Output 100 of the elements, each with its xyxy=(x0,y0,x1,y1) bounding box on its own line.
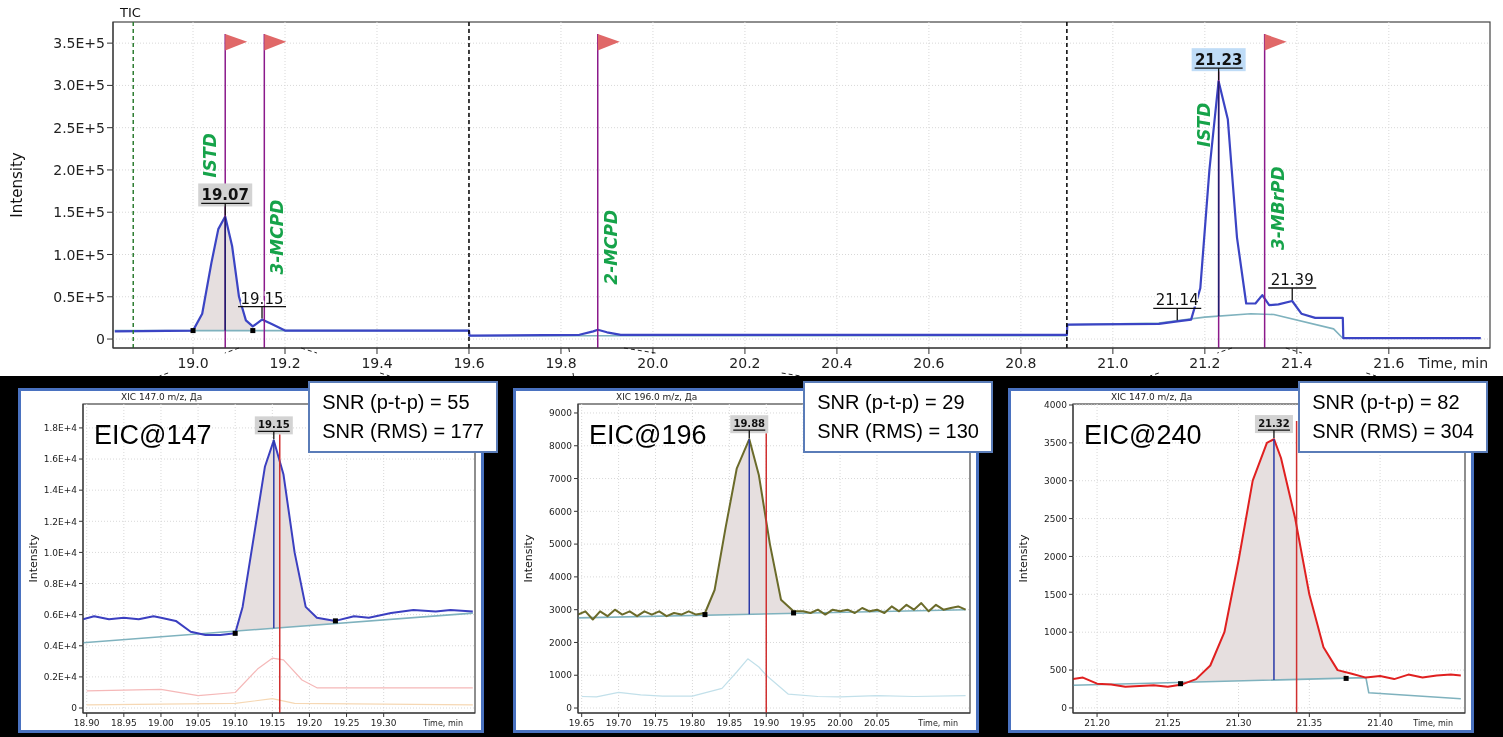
tick-label: 1.8E+4 xyxy=(43,423,77,434)
compound-label: 3-MCPD xyxy=(267,199,288,275)
tick-label: 5000 xyxy=(549,539,572,550)
axis-title: Time, min xyxy=(423,719,463,728)
tick-label: 500 xyxy=(1049,665,1067,676)
tick-label: 0.4E+4 xyxy=(43,641,77,651)
tick-label: 20.0 xyxy=(637,355,669,371)
tick-label: 21.6 xyxy=(1373,355,1405,371)
tick-label: 21.4 xyxy=(1281,355,1313,371)
tick-label: 1000 xyxy=(1044,627,1067,638)
tick-label: 0.5E+5 xyxy=(53,288,105,305)
tick-label: 19.20 xyxy=(296,718,323,728)
tick-label: 0 xyxy=(96,331,105,348)
snr-value: SNR (p-t-p) = 55 xyxy=(322,390,471,415)
tick-label: 2.5E+5 xyxy=(53,119,105,136)
tick-label: 21.35 xyxy=(1296,718,1323,728)
tick-label: 1500 xyxy=(1044,589,1067,600)
tick-label: 1.0E+4 xyxy=(43,547,77,558)
tick-label: 19.95 xyxy=(790,718,817,728)
tick-label: 19.25 xyxy=(333,718,360,728)
tick-label: 3.5E+5 xyxy=(53,35,105,52)
tick-label: 3500 xyxy=(1044,438,1067,449)
ion-label: EIC@147 xyxy=(94,420,212,450)
tick-label: 19.85 xyxy=(716,718,743,728)
tick-label: 9000 xyxy=(549,408,572,419)
tick-label: 2500 xyxy=(1044,513,1067,524)
tick-label: 0.2E+4 xyxy=(43,672,77,683)
ion-label: EIC@196 xyxy=(589,420,707,450)
tick-label: 19.05 xyxy=(185,718,211,728)
tick-label: 19.75 xyxy=(642,718,669,728)
tick-label: 0.6E+4 xyxy=(43,609,77,620)
tick-label: 0.8E+4 xyxy=(43,578,77,589)
chart-title: XIC 147.0 m/z, Да xyxy=(121,392,203,402)
tick-label: 21.20 xyxy=(1084,718,1110,728)
axis-title: Intensity xyxy=(1017,534,1030,583)
tick-label: 19.6 xyxy=(453,355,485,371)
tick-label: 1.2E+4 xyxy=(43,516,77,527)
tick-label: 2000 xyxy=(549,637,572,648)
chart-title: TIC xyxy=(120,5,141,20)
tick-label: 19.4 xyxy=(361,355,393,371)
compound-label: ISTD xyxy=(200,133,221,178)
tick-label: 19.2 xyxy=(269,355,301,371)
snr-value: SNR (p-t-p) = 82 xyxy=(1312,390,1461,415)
compound-label: ISTD xyxy=(1193,102,1214,147)
tick-label: 6000 xyxy=(549,506,572,517)
tick-label: 20.4 xyxy=(821,355,853,371)
axis-title: Time, min xyxy=(918,719,958,728)
tick-label: 20.8 xyxy=(1005,355,1037,371)
tick-label: 19.00 xyxy=(148,718,174,728)
tick-label: 19.80 xyxy=(679,718,706,728)
tick-label: 0 xyxy=(71,703,77,714)
tick-label: 7000 xyxy=(549,473,572,484)
tick-label: 20.00 xyxy=(827,718,853,728)
tick-label: 19.70 xyxy=(605,718,632,728)
tick-label: 0 xyxy=(1061,703,1067,714)
tick-label: 3000 xyxy=(1044,475,1067,486)
snr-value: SNR (RMS) = 304 xyxy=(1312,419,1474,444)
tick-label: 19.8 xyxy=(545,355,577,371)
compound-label: 2-MCPD xyxy=(600,209,621,285)
tick-label: 19.0 xyxy=(177,355,209,371)
tick-label: 21.40 xyxy=(1367,718,1393,728)
tick-label: 19.10 xyxy=(222,718,249,728)
compound-label: 3-MBrPD xyxy=(1267,166,1288,251)
chart-title: XIC 147.0 m/z, Да xyxy=(1111,392,1193,402)
tick-label: 1.0E+5 xyxy=(53,246,105,263)
snr-value: SNR (RMS) = 130 xyxy=(817,419,979,444)
tick-label: 4000 xyxy=(1044,400,1067,411)
snr-value: SNR (RMS) = 177 xyxy=(322,419,484,444)
tick-label: 3000 xyxy=(549,604,572,615)
tick-label: 20.6 xyxy=(913,355,945,371)
tick-label: 8000 xyxy=(549,441,572,451)
axis-title: Time, min xyxy=(1413,719,1453,728)
tick-label: 21.30 xyxy=(1225,718,1252,728)
tick-label: 19.90 xyxy=(753,718,780,728)
tick-label: 21.2 xyxy=(1189,355,1221,371)
tick-label: 2.0E+5 xyxy=(53,162,105,178)
chart-title: XIC 196.0 m/z, Да xyxy=(616,392,698,402)
tick-label: 1.5E+5 xyxy=(53,204,105,221)
snr-value: SNR (p-t-p) = 29 xyxy=(817,390,966,415)
tick-label: 18.90 xyxy=(73,718,100,728)
tick-label: 21.25 xyxy=(1154,718,1181,728)
tick-label: 19.30 xyxy=(370,718,397,728)
tick-label: 21.0 xyxy=(1097,355,1129,371)
tick-label: 1000 xyxy=(549,670,572,681)
tick-label: 19.65 xyxy=(568,718,595,728)
axis-title: Intensity xyxy=(8,152,26,218)
tick-label: 18.95 xyxy=(110,718,137,728)
tick-label: 4000 xyxy=(549,572,572,583)
axis-title: Intensity xyxy=(522,534,535,583)
axis-title: Intensity xyxy=(27,534,40,583)
tick-label: 1.4E+4 xyxy=(43,485,77,496)
tick-label: 0 xyxy=(566,703,572,714)
tick-label: 3.0E+5 xyxy=(53,77,105,94)
tick-label: 1.6E+4 xyxy=(43,454,77,465)
tick-label: 19.15 xyxy=(259,718,286,728)
tick-label: 20.05 xyxy=(864,718,890,728)
ion-label: EIC@240 xyxy=(1084,420,1202,450)
tick-label: 20.2 xyxy=(729,355,761,371)
axis-title: Time, min xyxy=(1418,355,1488,371)
tick-label: 2000 xyxy=(1044,551,1067,562)
